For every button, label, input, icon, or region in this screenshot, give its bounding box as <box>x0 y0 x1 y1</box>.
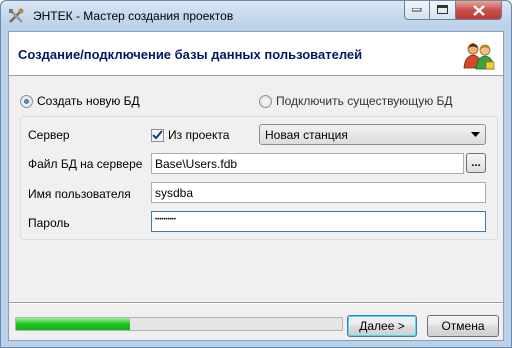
username-label: Имя пользователя <box>28 187 131 201</box>
browse-button[interactable]: ... <box>466 153 486 173</box>
checkmark-icon <box>151 128 164 142</box>
minimize-icon <box>412 8 422 12</box>
page-title: Создание/подключение базы данных пользов… <box>18 47 363 62</box>
wizard-header: Создание/подключение базы данных пользов… <box>9 32 503 76</box>
connect-db-label: Подключить существующую БД <box>276 94 453 108</box>
radio-unselected-icon <box>259 94 272 108</box>
server-select[interactable]: Новая станция <box>259 124 486 145</box>
cancel-button[interactable]: Отмена <box>427 315 499 337</box>
close-icon <box>472 4 485 16</box>
next-button[interactable]: Далее > <box>347 315 417 337</box>
username-input[interactable]: sysdba <box>151 182 486 203</box>
password-label: Пароль <box>28 216 70 230</box>
radio-selected-icon <box>20 94 33 108</box>
server-value: Новая станция <box>265 128 348 142</box>
maximize-icon <box>437 5 448 14</box>
db-file-input[interactable]: Base\Users.fdb <box>151 153 464 174</box>
window-title: ЭНТЕК - Мастер создания проектов <box>33 9 234 23</box>
progress-fill <box>16 318 131 330</box>
users-icon <box>463 43 495 70</box>
from-project-checkbox[interactable]: Из проекта <box>151 128 229 142</box>
wizard-window: ЭНТЕК - Мастер создания проектов Создани… <box>0 0 512 348</box>
title-bar[interactable]: ЭНТЕК - Мастер создания проектов <box>1 1 511 31</box>
server-label: Сервер <box>28 128 70 142</box>
wizard-progress-bar <box>15 317 343 331</box>
footer-divider <box>9 302 503 304</box>
create-db-label: Создать новую БД <box>37 94 140 108</box>
maximize-button[interactable] <box>430 1 456 20</box>
db-file-label: Файл БД на сервере <box>28 157 143 171</box>
minimize-button[interactable] <box>404 1 430 20</box>
close-button[interactable] <box>456 1 502 20</box>
wizard-client-area: Создание/подключение базы данных пользов… <box>8 31 504 341</box>
create-db-radio[interactable]: Создать новую БД <box>20 94 140 108</box>
chevron-down-icon <box>471 132 480 137</box>
from-project-label: Из проекта <box>168 128 230 142</box>
password-input[interactable]: •••••••••• <box>151 211 486 232</box>
tools-icon <box>9 8 24 23</box>
connect-db-radio[interactable]: Подключить существующую БД <box>259 94 453 108</box>
